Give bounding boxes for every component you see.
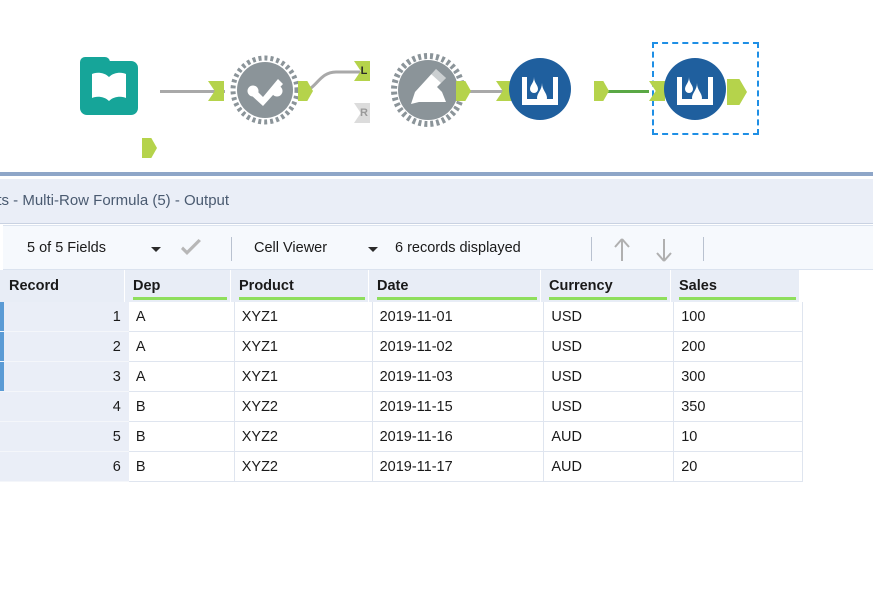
table-row[interactable]: 3 A XYZ1 2019-11-03 USD 300 [0, 362, 804, 392]
cell-record[interactable]: 6 [4, 452, 129, 482]
unique-icon [224, 55, 300, 125]
fields-selector-label[interactable]: 5 of 5 Fields [27, 226, 106, 271]
cell-date[interactable]: 2019-11-01 [372, 302, 545, 332]
check-icon[interactable] [179, 239, 201, 259]
column-header-dep[interactable]: Dep [125, 270, 231, 302]
cell-sales[interactable]: 100 [674, 302, 804, 332]
cell-product[interactable]: XYZ1 [234, 302, 373, 332]
cell-sales[interactable]: 350 [674, 392, 804, 422]
arrow-down-icon[interactable] [653, 238, 673, 262]
cell-sales[interactable]: 200 [674, 332, 804, 362]
arrow-up-icon[interactable] [611, 238, 631, 261]
column-header-product[interactable]: Product [231, 270, 369, 302]
cell-record[interactable]: 2 [4, 332, 129, 362]
input-data-icon [80, 57, 138, 115]
cell-product[interactable]: XYZ2 [234, 452, 373, 482]
cell-sales[interactable]: 300 [674, 362, 804, 392]
results-title-bar[interactable]: lts - Multi-Row Formula (5) - Output [0, 179, 873, 224]
append-fields-icon [374, 53, 465, 127]
results-title: lts - Multi-Row Formula (5) - Output [0, 192, 230, 209]
cell-viewer-label[interactable]: Cell Viewer [254, 226, 327, 271]
cell-product[interactable]: XYZ1 [234, 362, 373, 392]
table-row[interactable]: 4 B XYZ2 2019-11-15 USD 350 [0, 392, 804, 422]
tool-unique[interactable] [208, 55, 313, 125]
cell-currency[interactable]: USD [544, 302, 675, 332]
cell-product[interactable]: XYZ2 [234, 422, 373, 452]
cell-currency[interactable]: AUD [544, 422, 675, 452]
anchor-output-mrf4[interactable] [594, 81, 609, 101]
column-header-date[interactable]: Date [369, 270, 541, 302]
table-row[interactable]: 2 A XYZ1 2019-11-02 USD 200 [0, 332, 804, 362]
tool-multi-row-formula-5[interactable] [649, 57, 747, 120]
cell-viewer-chevron-down-icon[interactable] [368, 247, 378, 252]
tool-multi-row-formula-4[interactable] [496, 57, 609, 120]
cell-product[interactable]: XYZ2 [234, 392, 373, 422]
tool-input-data[interactable] [80, 57, 157, 158]
cell-dep[interactable]: B [128, 392, 235, 422]
cell-currency[interactable]: USD [544, 362, 675, 392]
toolbar-separator-1 [231, 237, 232, 261]
cell-product[interactable]: XYZ1 [234, 332, 373, 362]
tool-append-fields[interactable]: L R [354, 53, 471, 127]
cell-dep[interactable]: B [128, 452, 235, 482]
cell-date[interactable]: 2019-11-16 [372, 422, 545, 452]
anchor-output-input-data[interactable] [142, 138, 157, 158]
table-row[interactable]: 5 B XYZ2 2019-11-16 AUD 10 [0, 422, 804, 452]
cell-currency[interactable]: AUD [544, 452, 675, 482]
cell-sales[interactable]: 20 [674, 452, 804, 482]
cell-record[interactable]: 3 [4, 362, 129, 392]
cell-record[interactable]: 4 [4, 392, 129, 422]
column-header-currency[interactable]: Currency [541, 270, 671, 302]
results-table[interactable]: Record Dep Product Date Currency Sales 1… [0, 270, 804, 482]
cell-record[interactable]: 1 [4, 302, 129, 332]
toolbar-separator-2 [591, 237, 592, 261]
table-row[interactable]: 1 A XYZ1 2019-11-01 USD 100 [0, 302, 804, 332]
anchor-label-right: R [360, 107, 368, 119]
workflow-canvas[interactable]: L R [0, 0, 873, 172]
cell-record[interactable]: 5 [4, 422, 129, 452]
multi-row-formula-icon [508, 57, 571, 120]
multi-row-formula-icon-selected [663, 57, 726, 120]
cell-date[interactable]: 2019-11-03 [372, 362, 545, 392]
cell-dep[interactable]: A [128, 332, 235, 362]
alteryx-designer-window: L R lts - Multi-Row Formula (5) - Output… [0, 0, 873, 594]
column-header-sales[interactable]: Sales [671, 270, 800, 302]
toolbar-separator-3 [703, 237, 704, 261]
column-header-record[interactable]: Record [0, 270, 125, 302]
records-displayed-label: 6 records displayed [395, 240, 521, 256]
anchor-label-left: L [360, 65, 368, 77]
fields-selector-chevron-down-icon[interactable] [151, 247, 161, 252]
cell-sales[interactable]: 10 [674, 422, 804, 452]
cell-date[interactable]: 2019-11-17 [372, 452, 545, 482]
cell-currency[interactable]: USD [544, 392, 675, 422]
connection-mrf4-to-mrf5[interactable] [607, 90, 649, 93]
cell-date[interactable]: 2019-11-15 [372, 392, 545, 422]
results-panel: lts - Multi-Row Formula (5) - Output 5 o… [0, 172, 873, 594]
cell-currency[interactable]: USD [544, 332, 675, 362]
cell-dep[interactable]: A [128, 362, 235, 392]
cell-date[interactable]: 2019-11-02 [372, 332, 545, 362]
results-toolbar: 5 of 5 Fields Cell Viewer 6 records disp… [3, 225, 873, 270]
cell-dep[interactable]: A [128, 302, 235, 332]
table-row[interactable]: 6 B XYZ2 2019-11-17 AUD 20 [0, 452, 804, 482]
anchor-output-append-fields[interactable] [456, 81, 471, 101]
table-header-row: Record Dep Product Date Currency Sales [0, 270, 803, 302]
cell-dep[interactable]: B [128, 422, 235, 452]
